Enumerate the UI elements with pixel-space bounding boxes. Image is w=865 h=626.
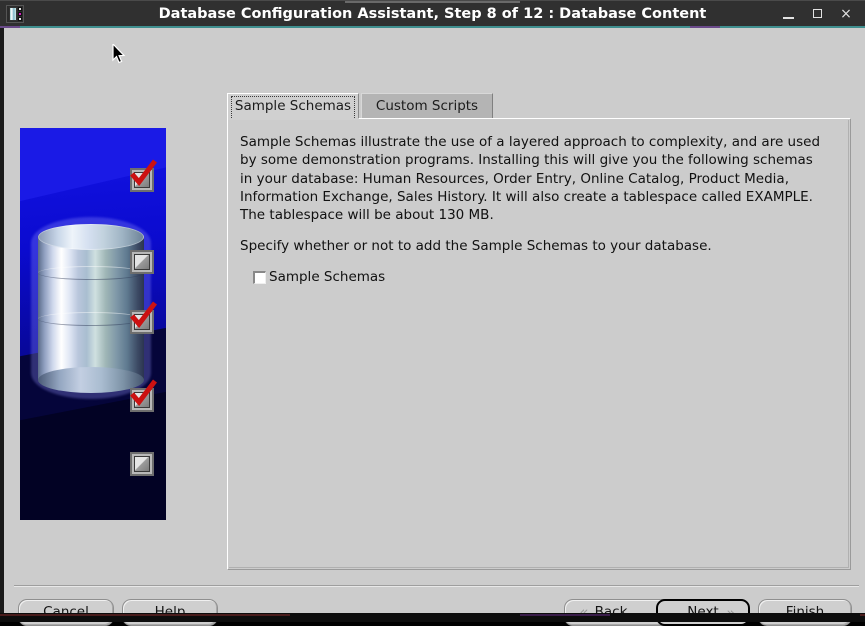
intro-paragraph: Sample Schemas illustrate the use of a l… bbox=[240, 134, 821, 224]
title-bar[interactable]: Database Configuration Assistant, Step 8… bbox=[0, 0, 865, 26]
art-checkbox-checked-3 bbox=[130, 301, 157, 334]
close-icon[interactable]: × bbox=[833, 1, 859, 27]
window-body: Sample Schemas Custom Scripts Sample Sch… bbox=[0, 28, 865, 626]
art-checkbox-empty-5 bbox=[130, 452, 154, 476]
minimize-icon[interactable] bbox=[776, 1, 802, 27]
sidebar-illustration bbox=[20, 128, 166, 520]
sample-schemas-checkbox-label: Sample Schemas bbox=[269, 269, 386, 285]
button-bar-separator bbox=[14, 585, 859, 587]
tab-sample-schemas[interactable]: Sample Schemas bbox=[227, 93, 359, 120]
tab-panel-joint bbox=[228, 118, 359, 120]
tab-custom-scripts-label: Custom Scripts bbox=[375, 98, 479, 114]
tab-custom-scripts[interactable]: Custom Scripts bbox=[361, 93, 493, 119]
sample-schemas-checkbox-row[interactable]: Sample Schemas bbox=[253, 268, 385, 286]
window-title: Database Configuration Assistant, Step 8… bbox=[158, 6, 707, 22]
tab-strip: Sample Schemas Custom Scripts bbox=[227, 93, 827, 120]
tab-content-panel: Sample Schemas illustrate the use of a l… bbox=[227, 118, 851, 570]
art-checkbox-empty-2 bbox=[130, 250, 154, 274]
database-cylinder-graphic bbox=[31, 217, 151, 399]
art-checkbox-checked-4 bbox=[130, 379, 157, 412]
desktop-strip bbox=[0, 613, 865, 622]
art-checkbox-checked-1 bbox=[130, 159, 157, 192]
application-window: Database Configuration Assistant, Step 8… bbox=[0, 0, 865, 626]
maximize-icon[interactable] bbox=[805, 1, 831, 27]
tab-sample-schemas-label: Sample Schemas bbox=[234, 98, 352, 114]
sample-schemas-checkbox[interactable] bbox=[253, 270, 266, 284]
specify-paragraph: Specify whether or not to add the Sample… bbox=[240, 238, 712, 254]
